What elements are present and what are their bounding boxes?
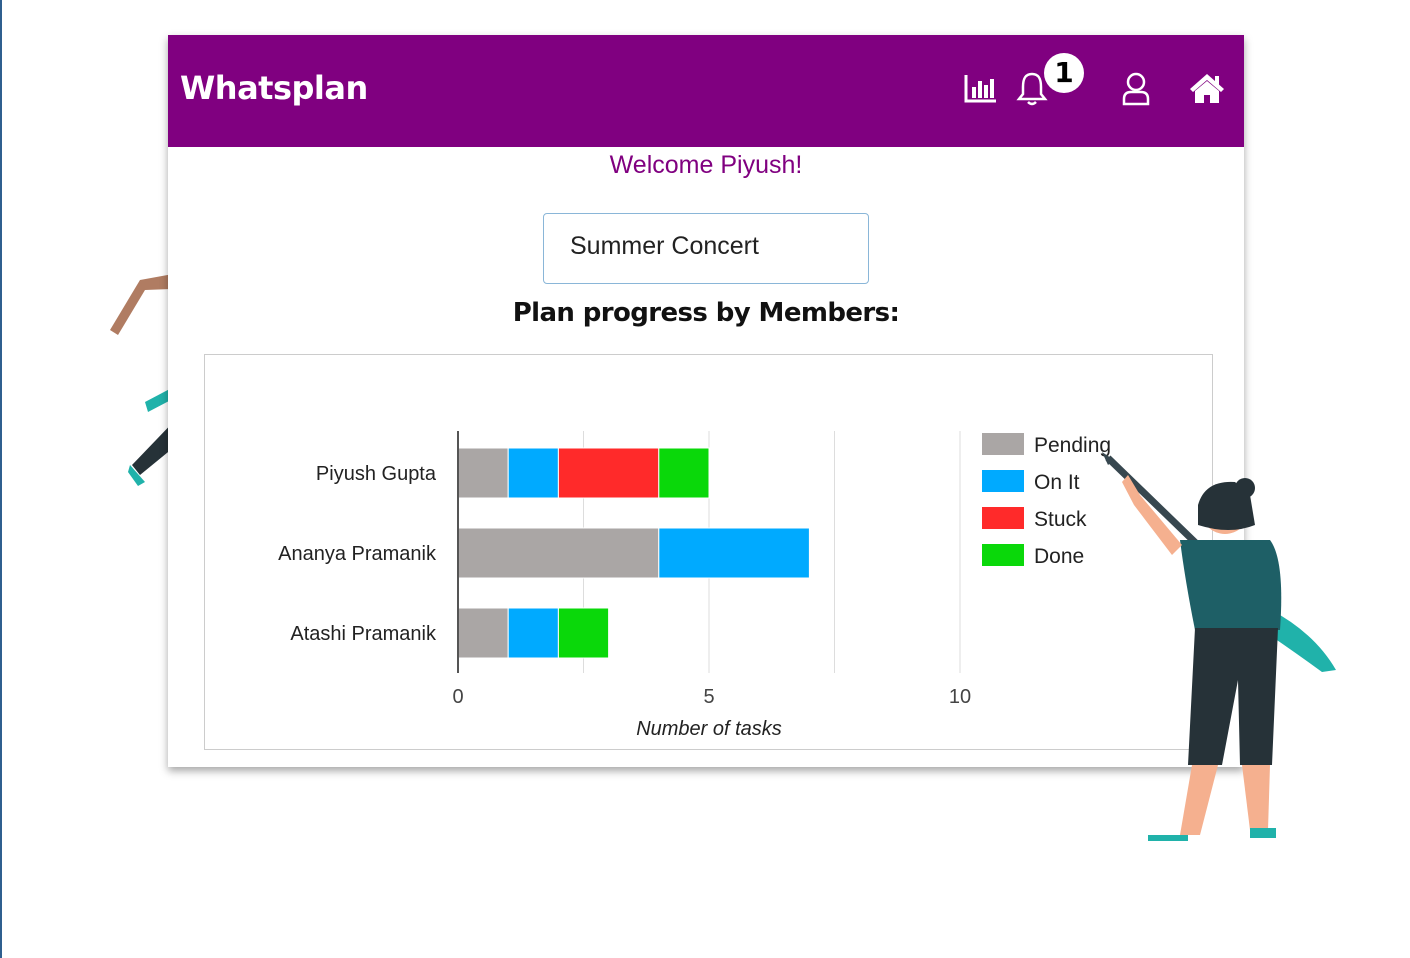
left-border (0, 0, 2, 958)
legend-label-on-it: On It (1034, 471, 1080, 494)
bar-piyush-gupta-pending (457, 447, 509, 499)
x-tick-labels: 0 5 10 (452, 686, 971, 708)
woman-illustration (1102, 452, 1336, 841)
bell-icon[interactable] (1016, 71, 1048, 107)
bar-piyush-gupta-stuck (557, 447, 660, 499)
category-label: Piyush Gupta (316, 463, 437, 485)
app-window: Whatsplan 1 Welcome Piyush! Summer Conce… (168, 35, 1244, 767)
legend-label-stuck: Stuck (1034, 508, 1087, 531)
progress-chart: Piyush Gupta Ananya Pramanik Atashi Praman… (278, 431, 1111, 740)
bar-ananya-pramanik-pending (457, 527, 660, 579)
x-tick-label: 10 (949, 686, 971, 708)
x-axis-label: Number of tasks (636, 718, 782, 740)
bar-atashi-pramanik-on-it (507, 607, 559, 659)
category-label: Ananya Pramanik (278, 543, 437, 565)
legend-swatch-done (982, 544, 1024, 566)
app-header: Whatsplan 1 (168, 35, 1244, 147)
user-icon[interactable] (1120, 71, 1152, 107)
notification-badge[interactable]: 1 (1044, 53, 1084, 93)
x-tick-label: 0 (452, 686, 463, 708)
legend-swatch-pending (982, 433, 1024, 455)
chart-legend: PendingOn ItStuckDone (982, 433, 1111, 568)
legend-label-done: Done (1034, 545, 1084, 568)
bar-atashi-pramanik-done (557, 607, 610, 659)
chart-bars (457, 447, 810, 659)
legend-swatch-on-it (982, 470, 1024, 492)
welcome-message: Welcome Piyush! (609, 151, 803, 179)
category-labels: Piyush Gupta Ananya Pramanik Atashi Praman… (278, 463, 437, 645)
app-logo[interactable]: Whatsplan (180, 69, 368, 107)
plan-select[interactable]: Summer Concert (543, 213, 869, 284)
bar-piyush-gupta-done (658, 447, 710, 499)
category-label: Atashi Pramanik (290, 623, 437, 645)
chart-container: Piyush Gupta Ananya Pramanik Atashi Praman… (204, 354, 1213, 750)
x-tick-label: 5 (703, 686, 714, 708)
bar-chart-icon[interactable] (964, 73, 998, 103)
bar-piyush-gupta-on-it (507, 447, 559, 499)
home-icon[interactable] (1188, 71, 1226, 105)
bar-ananya-pramanik-on-it (658, 527, 810, 579)
section-title: Plan progress by Members: (512, 298, 900, 328)
bar-atashi-pramanik-pending (457, 607, 509, 659)
legend-swatch-stuck (982, 507, 1024, 529)
